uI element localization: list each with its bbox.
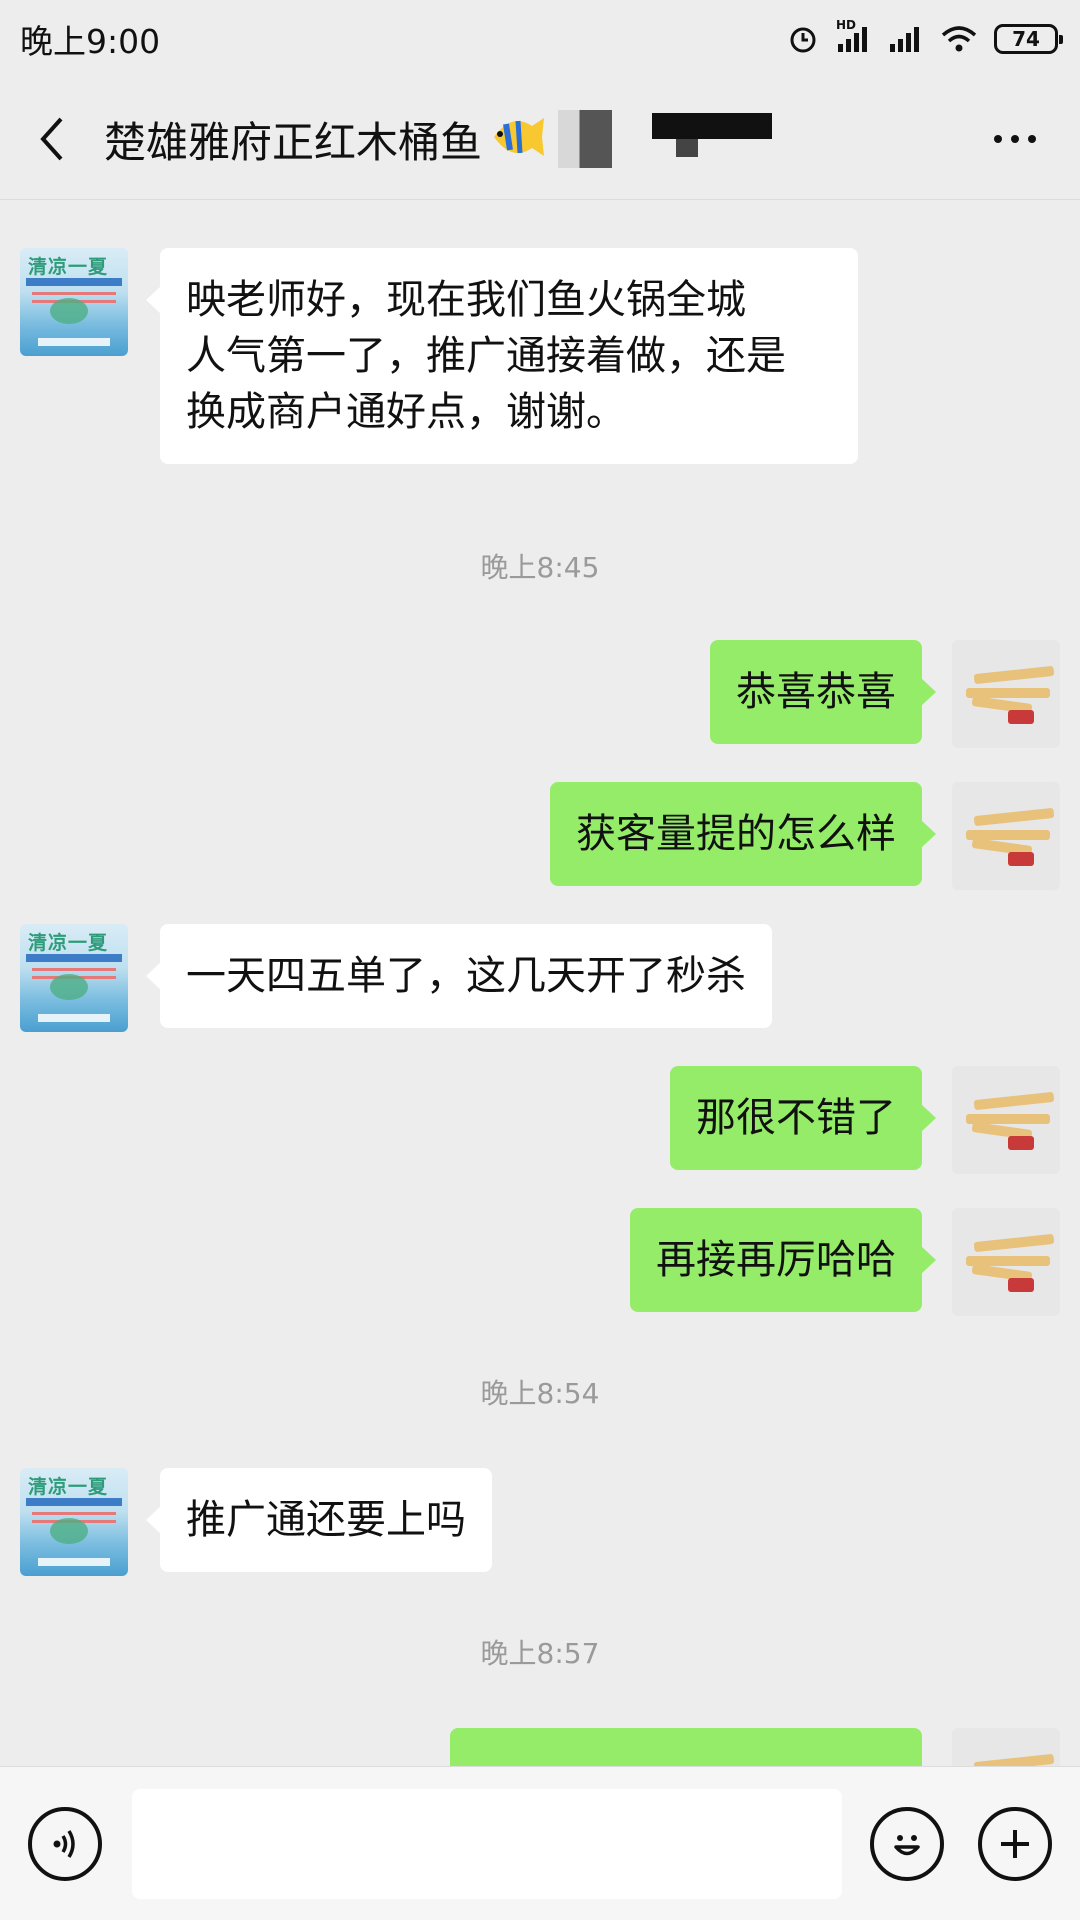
user-avatar[interactable]	[952, 782, 1060, 890]
dot	[1028, 135, 1036, 143]
message-bubble[interactable]: 一天四五单了，这几天开了秒杀	[146, 924, 772, 1028]
network-label: HD	[836, 18, 857, 32]
message-outgoing: 获客量提的怎么样	[0, 782, 1080, 890]
chat-screen: 晚上9:00 HD 74 楚雄雅府正红木桶鱼 清凉一夏 映老师好，现在我们鱼火锅…	[0, 0, 1080, 1920]
tropical-fish-icon	[488, 112, 546, 166]
redacted-block	[558, 110, 613, 168]
message-outgoing: 那很不错了	[0, 1066, 1080, 1174]
message-bubble[interactable]: 推广通还要上吗	[146, 1468, 492, 1572]
user-avatar[interactable]	[952, 640, 1060, 748]
contact-avatar[interactable]: 清凉一夏	[20, 1468, 128, 1576]
timestamp: 晚上8:57	[480, 1637, 600, 1670]
title-wrap: 楚雄雅府正红木桶鱼	[104, 109, 950, 170]
more-functions-button[interactable]	[978, 1807, 1052, 1881]
voice-button[interactable]	[28, 1807, 102, 1881]
battery-level: 74	[1012, 27, 1040, 51]
redacted-block	[652, 113, 773, 157]
timestamp: 晚上8:45	[480, 551, 600, 584]
message-bubble[interactable]: 恭喜恭喜	[710, 640, 936, 744]
signal-icon	[888, 24, 924, 54]
message-outgoing: 再接再厉哈哈	[0, 1208, 1080, 1316]
message-bubble[interactable]: 映老师好，现在我们鱼火锅全城 人气第一了，推广通接着做，还是 换成商户通好点，谢…	[146, 248, 858, 464]
wifi-icon	[940, 24, 978, 54]
smiley-icon	[894, 1835, 920, 1856]
timestamp: 晚上8:54	[480, 1377, 600, 1410]
message-input[interactable]	[132, 1789, 842, 1899]
input-bar	[0, 1766, 1080, 1920]
user-avatar[interactable]	[952, 1728, 1060, 1766]
dot	[1011, 135, 1019, 143]
back-button[interactable]	[0, 78, 104, 200]
chevron-left-icon	[40, 117, 63, 161]
contact-avatar[interactable]: 清凉一夏	[20, 924, 128, 1032]
chat-title[interactable]: 楚雄雅府正红木桶鱼	[104, 109, 482, 170]
more-options-button[interactable]	[950, 78, 1080, 200]
user-avatar[interactable]	[952, 1208, 1060, 1316]
status-icons: HD 74	[786, 18, 1063, 56]
emoji-button[interactable]	[870, 1807, 944, 1881]
voice-icon	[53, 1830, 75, 1858]
signal-hd-icon: HD	[836, 18, 872, 54]
message-bubble[interactable]: 那很不错了	[670, 1066, 936, 1170]
message-incoming: 清凉一夏 一天四五单了，这几天开了秒杀	[0, 924, 1080, 1032]
message-list[interactable]: 清凉一夏 映老师好，现在我们鱼火锅全城 人气第一了，推广通接着做，还是 换成商户…	[0, 200, 1080, 1766]
message-outgoing: 恭喜恭喜	[0, 640, 1080, 748]
battery-icon: 74	[994, 24, 1063, 54]
dot	[994, 135, 1002, 143]
avatar-caption: 清凉一夏	[28, 1476, 109, 1498]
avatar-caption: 清凉一夏	[28, 932, 109, 954]
status-time: 晚上9:00	[20, 22, 161, 61]
message-outgoing	[0, 1728, 1080, 1766]
message-bubble[interactable]: 获客量提的怎么样	[550, 782, 936, 886]
status-bar: 晚上9:00 HD 74	[0, 0, 1080, 78]
chat-header: 楚雄雅府正红木桶鱼	[0, 78, 1080, 200]
alarm-icon	[786, 22, 820, 56]
plus-circle-icon	[1001, 1830, 1029, 1858]
user-avatar[interactable]	[952, 1066, 1060, 1174]
contact-avatar[interactable]: 清凉一夏	[20, 248, 128, 356]
message-incoming: 清凉一夏 推广通还要上吗	[0, 1468, 1080, 1576]
avatar-caption: 清凉一夏	[28, 256, 109, 278]
message-bubble[interactable]: 再接再厉哈哈	[630, 1208, 936, 1312]
message-bubble[interactable]	[450, 1728, 922, 1766]
message-incoming: 清凉一夏 映老师好，现在我们鱼火锅全城 人气第一了，推广通接着做，还是 换成商户…	[0, 248, 1080, 464]
